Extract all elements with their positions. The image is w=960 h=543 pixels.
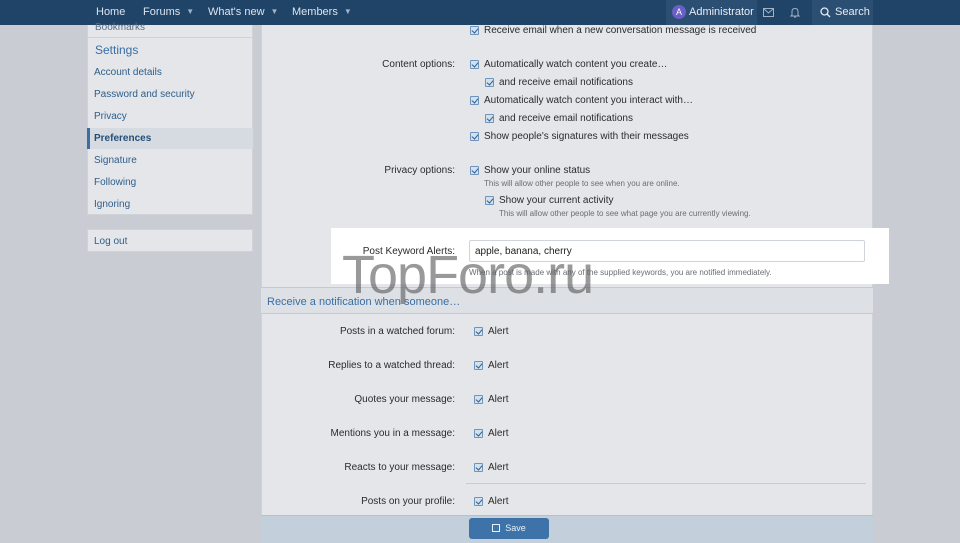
option-watch-created-email: and receive email notifications	[499, 77, 633, 88]
alert-option-label: Alert	[488, 496, 509, 507]
option-watch-interacted-email: and receive email notifications	[499, 113, 633, 124]
watermark: TopForo.ru	[342, 245, 594, 305]
alert-option-label: Alert	[488, 428, 509, 439]
checkbox-watch-interacted-email[interactable]	[485, 114, 494, 123]
checkbox-watch-created[interactable]	[470, 60, 479, 69]
sidebar-item-following[interactable]: Following	[94, 177, 136, 188]
alert-checkbox[interactable]	[474, 395, 483, 404]
alert-checkbox[interactable]	[474, 327, 483, 336]
checkbox-show-signatures[interactable]	[470, 132, 479, 141]
alert-option-label: Alert	[488, 462, 509, 473]
nav-whats-new[interactable]: What's new ▼	[208, 0, 278, 25]
alert-checkbox[interactable]	[474, 497, 483, 506]
alert-row-label: Posts on your profile:	[361, 496, 455, 507]
sidebar-item-privacy[interactable]: Privacy	[94, 111, 127, 122]
chevron-down-icon: ▼	[186, 7, 195, 16]
alert-option-label: Alert	[488, 360, 509, 371]
divider	[88, 37, 252, 38]
sidebar-item-password[interactable]: Password and security	[94, 89, 195, 100]
alert-row-label: Mentions you in a message:	[330, 428, 455, 439]
nav-whats-new-label: What's new	[208, 6, 265, 18]
nav-members-label: Members	[292, 6, 338, 18]
sidebar-item-bookmarks[interactable]: Bookmarks	[95, 22, 145, 33]
sidebar-item-ignoring[interactable]: Ignoring	[94, 199, 130, 210]
alert-checkbox[interactable]	[474, 463, 483, 472]
sidebar-section-title: Settings	[95, 43, 139, 57]
chevron-down-icon: ▼	[343, 7, 352, 16]
checkbox-online-status[interactable]	[470, 166, 479, 175]
nav-members[interactable]: Members ▼	[292, 0, 352, 25]
option-current-activity: Show your current activity	[499, 195, 614, 206]
form-footer	[261, 515, 873, 543]
checkbox-conversation-email[interactable]	[470, 26, 479, 35]
envelope-icon[interactable]	[763, 8, 774, 17]
alert-checkbox[interactable]	[474, 429, 483, 438]
option-conversation-email: Receive email when a new conversation me…	[484, 25, 757, 36]
nav-forums-label: Forums	[143, 6, 181, 18]
alert-row-label: Posts in a watched forum:	[339, 326, 455, 337]
checkbox-current-activity[interactable]	[485, 196, 494, 205]
alert-row-label: Reacts to your message:	[344, 462, 455, 473]
search-label[interactable]: Search	[835, 0, 870, 25]
checkbox-watch-interacted[interactable]	[470, 96, 479, 105]
alert-option-label: Alert	[488, 394, 509, 405]
option-online-status: Show your online status	[484, 165, 591, 176]
alert-checkbox[interactable]	[474, 361, 483, 370]
option-show-signatures: Show people's signatures with their mess…	[484, 131, 689, 142]
content-options-label: Content options:	[382, 59, 455, 70]
avatar[interactable]: A	[672, 5, 686, 19]
alert-row-label: Quotes your message:	[354, 394, 455, 405]
sidebar-item-preferences[interactable]: Preferences	[94, 133, 151, 144]
chevron-down-icon: ▼	[270, 7, 279, 16]
logout-link[interactable]: Log out	[94, 236, 127, 247]
option-watch-interacted: Automatically watch content you interact…	[484, 95, 693, 106]
alert-option-label: Alert	[488, 326, 509, 337]
privacy-options-label: Privacy options:	[384, 165, 455, 176]
search-icon	[820, 7, 831, 18]
user-name[interactable]: Administrator	[689, 0, 754, 25]
checkbox-watch-created-email[interactable]	[485, 78, 494, 87]
option-watch-created: Automatically watch content you create…	[484, 59, 668, 70]
save-button[interactable]: Save	[469, 518, 549, 539]
sidebar-item-account-details[interactable]: Account details	[94, 67, 162, 78]
bell-icon[interactable]	[790, 7, 800, 18]
divider	[466, 483, 866, 484]
save-label: Save	[505, 523, 526, 533]
alert-row-label: Replies to a watched thread:	[328, 360, 455, 371]
save-icon	[492, 524, 501, 532]
nav-forums[interactable]: Forums ▼	[143, 0, 194, 25]
hint-current-activity: This will allow other people to see what…	[499, 209, 751, 218]
sidebar-item-signature[interactable]: Signature	[94, 155, 137, 166]
hint-online-status: This will allow other people to see when…	[484, 179, 680, 188]
